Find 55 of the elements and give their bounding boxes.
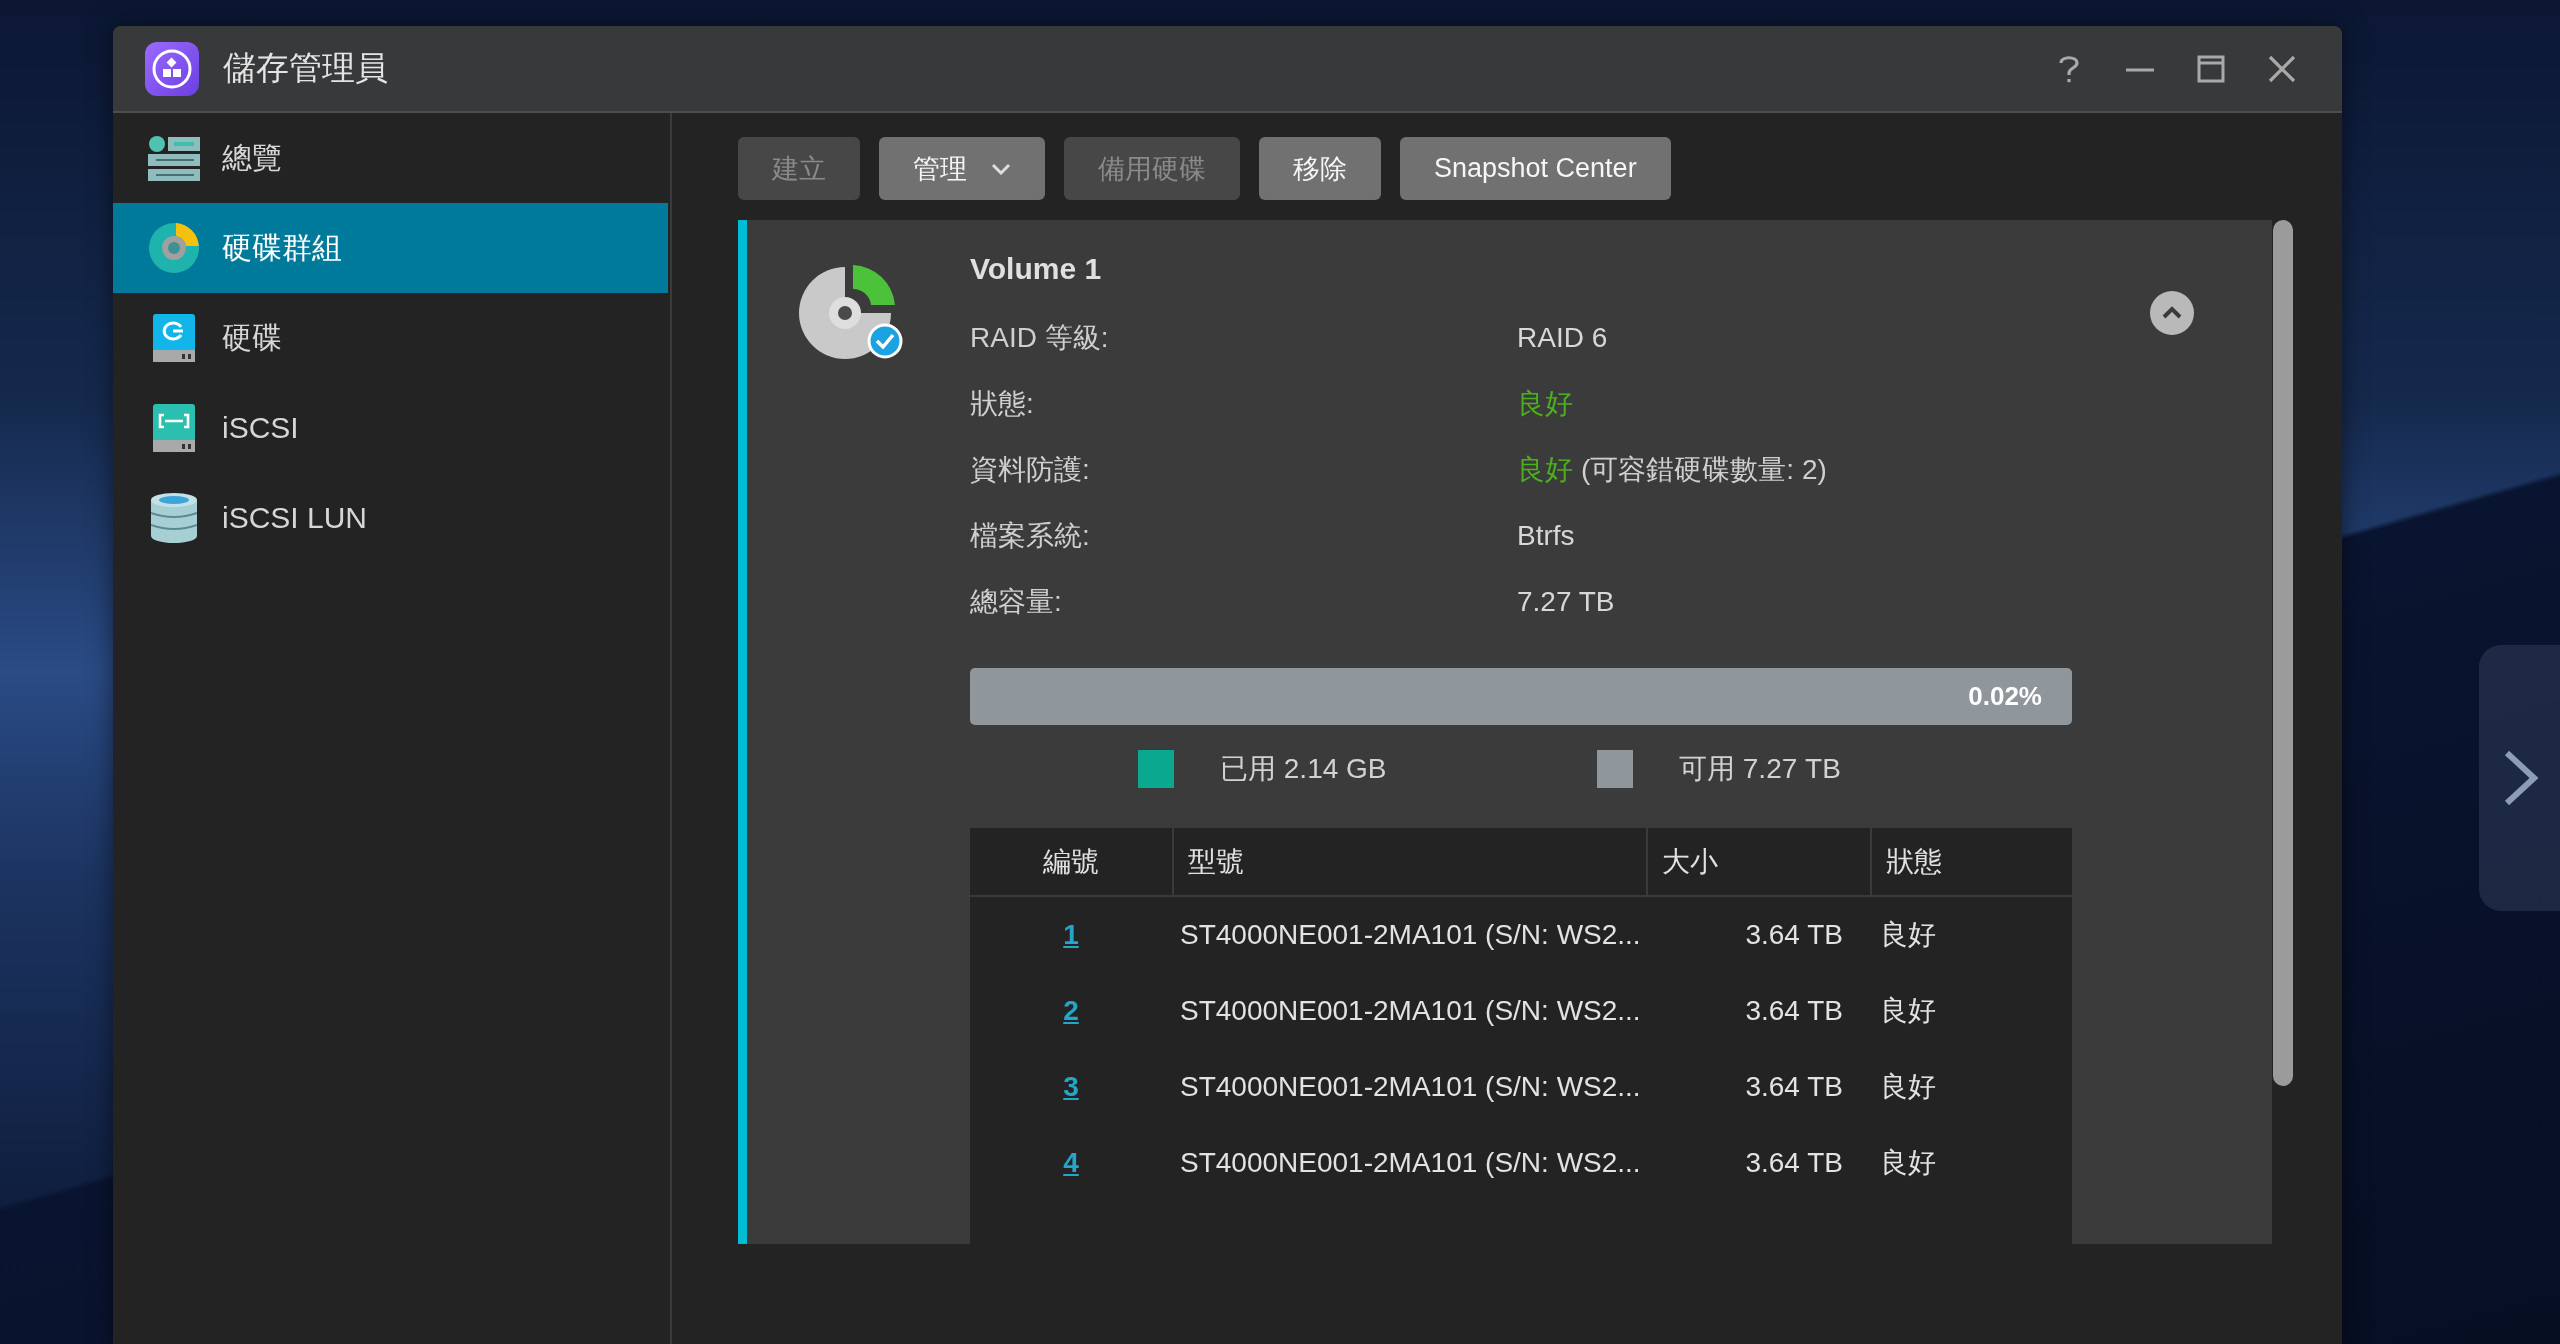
sidebar-item[interactable]: 總覽 xyxy=(113,113,668,203)
chevron-up-icon[interactable] xyxy=(2150,291,2194,335)
detail-label: 狀態: xyxy=(970,387,1034,421)
database-icon xyxy=(151,493,197,543)
table-cell: 3.64 TB xyxy=(1745,919,1843,951)
column-header[interactable]: 大小 xyxy=(1646,828,1870,895)
table-cell: ST4000NE001-2MA101 (S/N: WS2... xyxy=(1180,995,1641,1027)
disk-number-link[interactable]: 4 xyxy=(1063,1147,1079,1179)
toolbar-button[interactable]: 移除 xyxy=(1259,137,1381,200)
sidebar-item[interactable]: iSCSI LUN xyxy=(113,473,668,563)
sidebar-item[interactable]: iSCSI xyxy=(113,383,668,473)
chevron-right-icon xyxy=(2503,749,2538,807)
link-drive-icon xyxy=(153,404,195,452)
detail-value: RAID 6 xyxy=(1517,322,1608,354)
disk-number-link[interactable]: 1 xyxy=(1063,919,1079,951)
chevron-down-icon xyxy=(991,162,1011,175)
table-cell-text: 良好 xyxy=(1880,1146,1936,1180)
table-cell-text: 良好 xyxy=(1880,994,1936,1028)
window-title: 儲存管理員 xyxy=(223,48,388,88)
table-cell: 3.64 TB xyxy=(1745,1147,1843,1179)
detail-value: 良好 xyxy=(1517,387,1573,421)
sidebar-item[interactable]: 硬碟 xyxy=(113,293,668,383)
list-icon xyxy=(148,135,200,181)
detail-note: (可容錯硬碟數量: 2) xyxy=(1581,453,1827,487)
column-header[interactable]: 狀態 xyxy=(1870,828,2072,895)
app-icon xyxy=(145,41,199,96)
legend-label: 可用 7.27 TB xyxy=(1679,752,1841,786)
table-cell-text: 良好 xyxy=(1880,918,1936,952)
legend-label: 已用 2.14 GB xyxy=(1220,752,1387,786)
table-cell: 3.64 TB xyxy=(1745,1071,1843,1103)
table-cell: ST4000NE001-2MA101 (S/N: WS2... xyxy=(1180,919,1641,951)
disk-number-link[interactable]: 2 xyxy=(1063,995,1079,1027)
volume-title: Volume 1 xyxy=(970,251,1103,287)
side-panel-tab[interactable] xyxy=(2479,645,2560,911)
scrollbar-thumb[interactable] xyxy=(2273,220,2293,1086)
detail-value: Btrfs xyxy=(1517,520,1575,552)
disk-number-link[interactable]: 3 xyxy=(1063,1071,1079,1103)
table-cell: ST4000NE001-2MA101 (S/N: WS2... xyxy=(1180,1147,1641,1179)
toolbar-button[interactable]: Snapshot Center xyxy=(1400,137,1671,200)
detail-value: 良好 xyxy=(1517,453,1573,487)
ring-chart-icon xyxy=(149,223,199,273)
drive-icon xyxy=(153,314,195,362)
detail-label: RAID 等級: xyxy=(970,321,1109,355)
table-cell-text: 良好 xyxy=(1880,1070,1936,1104)
detail-value: 7.27 TB xyxy=(1517,586,1615,618)
table-cell: 3.64 TB xyxy=(1745,995,1843,1027)
usage-percent: 0.02% xyxy=(1968,681,2042,712)
column-header[interactable]: 型號 xyxy=(1172,828,1646,895)
detail-label: 總容量: xyxy=(970,585,1062,619)
column-header[interactable]: 編號 xyxy=(970,828,1172,895)
toolbar-button[interactable]: 管理 xyxy=(879,137,1045,200)
detail-label: 檔案系統: xyxy=(970,519,1090,553)
detail-label: 資料防護: xyxy=(970,453,1090,487)
table-cell: ST4000NE001-2MA101 (S/N: WS2... xyxy=(1180,1071,1641,1103)
sidebar-item[interactable]: 硬碟群組 xyxy=(113,203,668,293)
